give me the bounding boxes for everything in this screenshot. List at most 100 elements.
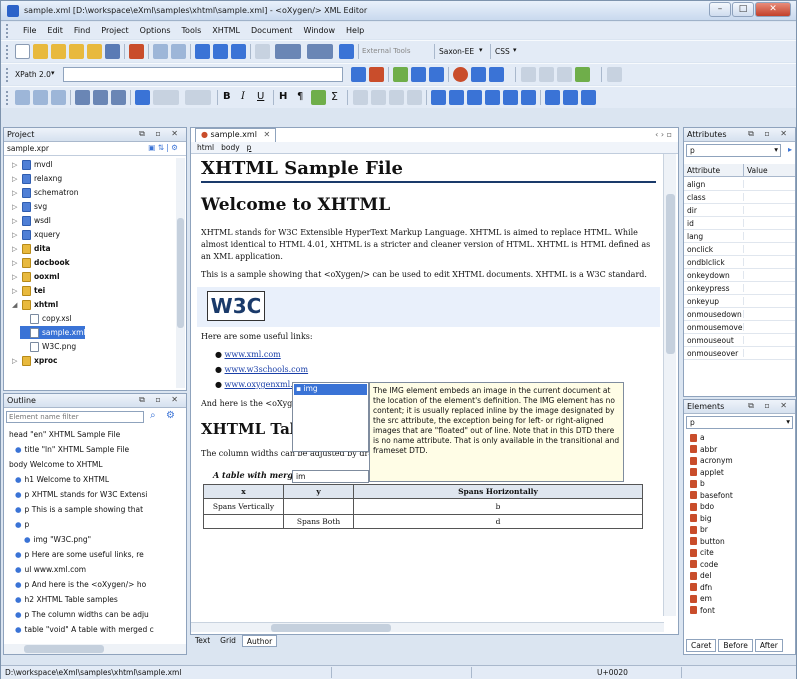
expand-arrow-icon[interactable]: ▷ bbox=[12, 161, 19, 169]
project-tree-item[interactable]: W3C.png bbox=[20, 340, 76, 353]
delete-column-icon[interactable] bbox=[503, 90, 518, 105]
outline-item[interactable]: ● h1 Welcome to XHTML bbox=[15, 473, 109, 486]
menu-document[interactable]: Document bbox=[251, 26, 292, 35]
outline-item[interactable]: ● title "ln" XHTML Sample File bbox=[15, 443, 129, 456]
element-item[interactable]: br bbox=[684, 524, 795, 536]
element-item[interactable]: dfn bbox=[684, 582, 795, 594]
reject-change-icon[interactable] bbox=[51, 90, 66, 105]
insert-column-icon[interactable] bbox=[467, 90, 482, 105]
attribute-row[interactable]: class bbox=[684, 191, 795, 204]
debug-icon[interactable] bbox=[471, 67, 486, 82]
table-properties-icon[interactable] bbox=[563, 90, 578, 105]
comment-remove-icon[interactable] bbox=[111, 90, 126, 105]
element-item[interactable]: button bbox=[684, 536, 795, 548]
expand-arrow-icon[interactable]: ◢ bbox=[12, 301, 19, 309]
completion-item-img[interactable]: ▪ img bbox=[294, 384, 367, 395]
insert-image-icon[interactable] bbox=[311, 90, 326, 105]
project-tree-item[interactable]: ◢ xhtml bbox=[12, 298, 58, 311]
menu-find[interactable]: Find bbox=[74, 26, 90, 35]
comment-add-icon[interactable] bbox=[75, 90, 90, 105]
outline-item[interactable]: ● p And here is the <oXygen/> ho bbox=[15, 578, 146, 591]
tab-caret[interactable]: Caret bbox=[686, 639, 717, 652]
check-wellformed-icon[interactable] bbox=[411, 67, 426, 82]
menu-project[interactable]: Project bbox=[101, 26, 128, 35]
tree-icon[interactable] bbox=[607, 67, 622, 82]
comment-edit-icon[interactable] bbox=[93, 90, 108, 105]
project-tools-icon[interactable]: ▣ ⇅ | ⚙ bbox=[148, 143, 178, 152]
expand-arrow-icon[interactable]: ▷ bbox=[12, 245, 19, 253]
preview-icon[interactable] bbox=[339, 44, 354, 59]
project-tree-item[interactable]: copy.xsl bbox=[20, 312, 72, 325]
project-tree-item[interactable]: ▷ ooxml bbox=[12, 270, 60, 283]
project-tree-item[interactable]: ▷ svg bbox=[12, 200, 47, 213]
expand-arrow-icon[interactable]: ▷ bbox=[12, 217, 19, 225]
scroll-thumb[interactable] bbox=[177, 218, 184, 328]
tab-after[interactable]: After bbox=[754, 639, 783, 652]
project-tree-item[interactable]: ▷ tei bbox=[12, 284, 45, 297]
chevron-down-icon[interactable]: ▾ bbox=[51, 69, 55, 77]
attribute-row[interactable]: id bbox=[684, 217, 795, 230]
tags-display-icon[interactable] bbox=[153, 90, 179, 105]
element-item[interactable]: em bbox=[684, 593, 795, 605]
project-tree-item[interactable]: ▷ mvdl bbox=[12, 158, 53, 171]
chevron-down-icon[interactable]: ▾ bbox=[513, 46, 517, 54]
project-tree-item[interactable]: ▷ xquery bbox=[12, 228, 60, 241]
unordered-list-icon[interactable] bbox=[371, 90, 386, 105]
join-cells-icon[interactable] bbox=[521, 90, 536, 105]
completion-list[interactable]: ▪ img bbox=[292, 382, 369, 452]
saxon-selector[interactable]: Saxon-EE bbox=[439, 47, 474, 56]
tab-author[interactable]: Author bbox=[241, 635, 278, 647]
run-xpath-icon[interactable] bbox=[351, 67, 366, 82]
attribute-column[interactable]: Attribute bbox=[684, 164, 744, 176]
heading-icon[interactable]: H bbox=[279, 91, 287, 102]
refresh-icon[interactable] bbox=[135, 90, 150, 105]
open-url-icon[interactable] bbox=[51, 44, 66, 59]
expand-arrow-icon[interactable]: ▷ bbox=[12, 203, 19, 211]
project-tree-item[interactable]: ▷ relaxng bbox=[12, 172, 62, 185]
editor-tab[interactable]: ● sample.xml ✕ bbox=[195, 128, 277, 142]
minimize-button[interactable]: – bbox=[709, 2, 731, 17]
attribute-row[interactable]: onmouseover bbox=[684, 347, 795, 360]
elements-combo[interactable]: p ▾ bbox=[686, 416, 793, 429]
project-file-selector[interactable]: sample.xpr ▣ ⇅ | ⚙ bbox=[4, 142, 186, 156]
menu-tools[interactable]: Tools bbox=[182, 26, 202, 35]
tab-nav-icons[interactable]: ‹ › ▫ bbox=[655, 130, 672, 139]
outline-item[interactable]: ● p XHTML stands for W3C Extensi bbox=[15, 488, 147, 501]
scroll-thumb[interactable] bbox=[271, 624, 391, 632]
element-item[interactable]: applet bbox=[684, 467, 795, 479]
outline-item[interactable]: ● img "W3C.png" bbox=[24, 533, 91, 546]
layout-icon[interactable] bbox=[255, 44, 270, 59]
attribute-row[interactable]: dir bbox=[684, 204, 795, 217]
forward-icon[interactable] bbox=[231, 44, 246, 59]
comment-icon[interactable] bbox=[557, 67, 572, 82]
panel-controls[interactable]: ⧉ ▫ ✕ bbox=[748, 129, 791, 139]
element-item[interactable]: a bbox=[684, 432, 795, 444]
outline-item[interactable]: body Welcome to XHTML bbox=[6, 458, 103, 471]
expand-arrow-icon[interactable]: ▷ bbox=[12, 273, 19, 281]
breadcrumb-p[interactable]: p bbox=[247, 143, 252, 152]
chevron-down-icon[interactable]: ▾ bbox=[786, 417, 790, 426]
run-transform-icon[interactable] bbox=[453, 67, 468, 82]
menu-file[interactable]: File bbox=[23, 26, 36, 35]
menu-help[interactable]: Help bbox=[346, 26, 364, 35]
expand-arrow-icon[interactable]: ▷ bbox=[12, 259, 19, 267]
indent-icon[interactable] bbox=[539, 67, 554, 82]
delete-row-icon[interactable] bbox=[485, 90, 500, 105]
scroll-thumb[interactable] bbox=[666, 194, 675, 354]
validation-options-icon[interactable] bbox=[429, 67, 444, 82]
attributes-element-combo[interactable]: p ▾ bbox=[686, 144, 781, 157]
tab-grid[interactable]: Grid bbox=[216, 635, 240, 647]
settings-icon[interactable]: ⚙ bbox=[166, 410, 175, 421]
element-item[interactable]: cite bbox=[684, 547, 795, 559]
track-changes-icon[interactable] bbox=[15, 90, 30, 105]
chevron-down-icon[interactable]: ▾ bbox=[479, 46, 483, 54]
attribute-row[interactable]: onkeyup bbox=[684, 295, 795, 308]
completion-input[interactable]: im bbox=[292, 470, 369, 483]
editor-h-scrollbar[interactable] bbox=[191, 622, 664, 632]
expand-arrow-icon[interactable]: ▷ bbox=[12, 189, 19, 197]
validate-icon[interactable] bbox=[393, 67, 408, 82]
maximize-button[interactable]: □ bbox=[732, 2, 754, 17]
outline-h-scrollbar[interactable] bbox=[4, 644, 186, 654]
menu-xhtml[interactable]: XHTML bbox=[212, 26, 240, 35]
element-item[interactable]: font bbox=[684, 605, 795, 617]
